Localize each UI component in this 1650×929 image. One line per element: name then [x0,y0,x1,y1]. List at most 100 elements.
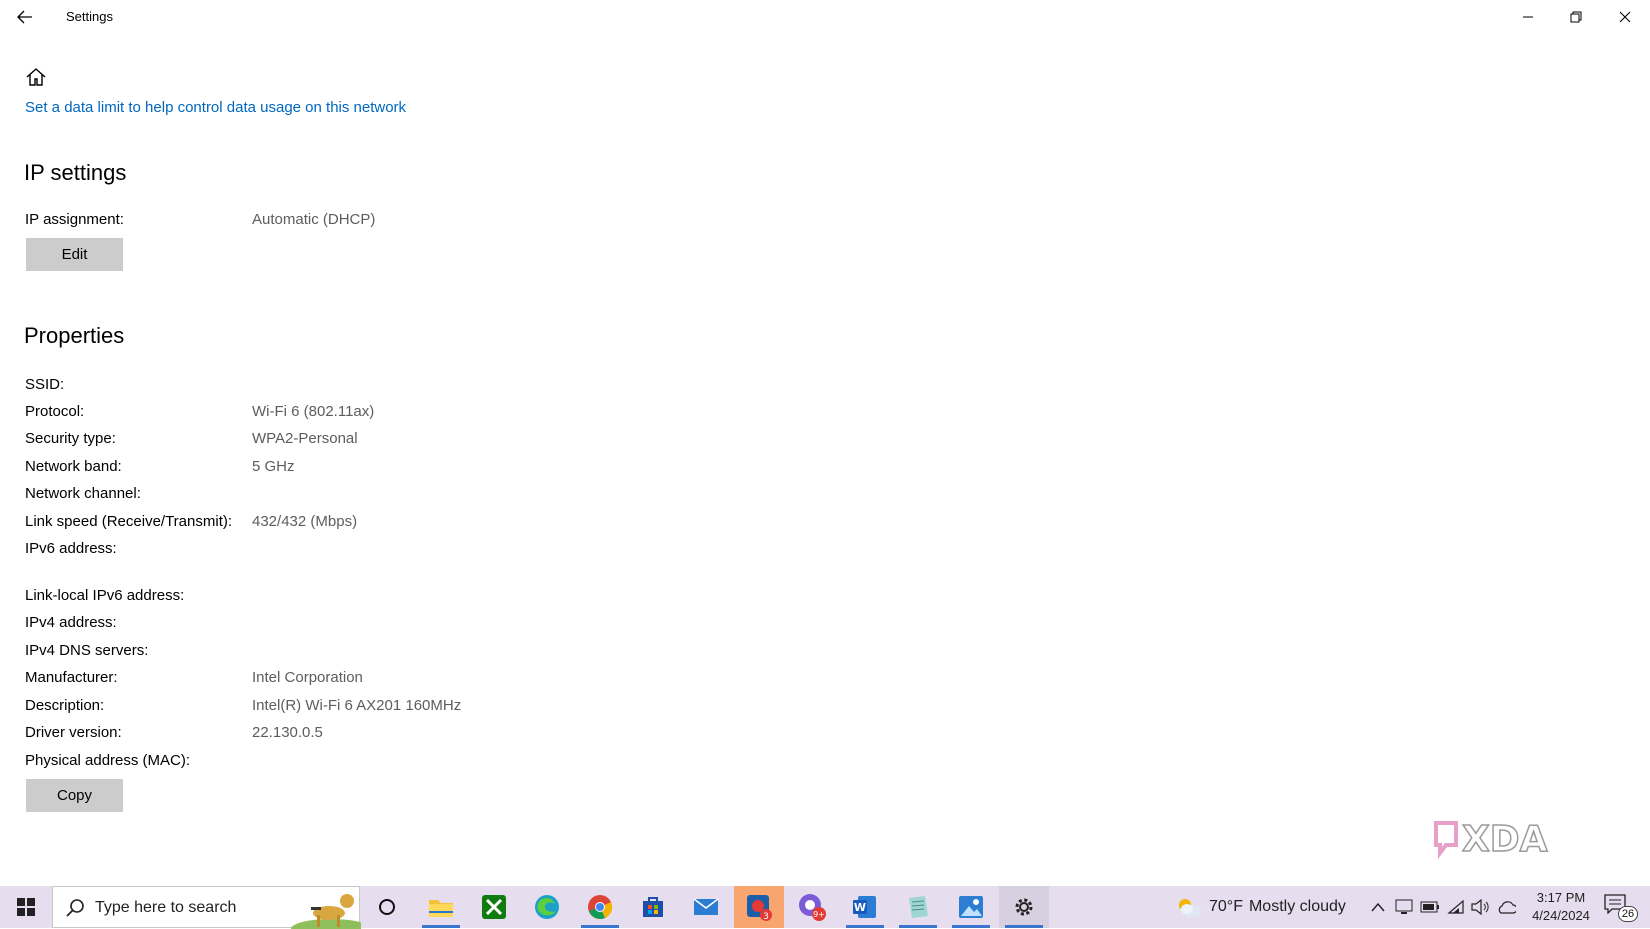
taskbar-chat-app[interactable]: 9+ [787,886,837,928]
property-value: 5 GHz [252,458,295,475]
weather-widget[interactable]: 70°F Mostly cloudy [1175,886,1346,928]
windows-logo-icon [17,898,35,916]
properties-heading: Properties [24,323,125,348]
property-label: Driver version: [25,724,122,741]
back-arrow-icon [17,10,32,24]
property-value: WPA2-Personal [252,430,358,447]
xda-watermark-logo: XDA [1432,817,1588,861]
search-highlight-dog-icon [291,894,361,929]
property-row: IPv4 DNS servers: [25,642,625,664]
notepad-icon [909,896,928,918]
store-icon [643,897,663,917]
clock-time: 3:17 PM [1536,890,1586,905]
property-label: Protocol: [25,403,85,420]
tray-meet-now[interactable] [1392,886,1416,928]
property-row: Network band: 5 GHz [25,458,625,480]
start-button[interactable] [0,886,52,928]
word-icon: W [853,896,876,918]
wifi-icon [1447,899,1464,914]
property-value: Wi-Fi 6 (802.11ax) [252,403,375,420]
copy-button[interactable]: Copy [26,779,123,812]
property-row: Link speed (Receive/Transmit): 432/432 (… [25,513,625,535]
property-row: Security type: WPA2-Personal [25,430,625,452]
property-label: IPv4 address: [25,614,117,631]
property-value: 432/432 (Mbps) [252,513,358,530]
taskbar-clock[interactable]: 3:17 PM 4/24/2024 [1522,889,1600,925]
cloudy-weather-icon [1179,899,1202,917]
edit-button[interactable]: Edit [26,238,123,271]
restore-icon [1570,11,1582,23]
notification-center-button[interactable]: 26 [1604,894,1638,922]
taskbar-word[interactable]: W [840,886,890,928]
mail-icon [693,898,719,915]
taskbar-notepad-app[interactable] [893,886,943,928]
taskbar-mail[interactable] [681,886,731,928]
speaker-icon [1471,899,1489,915]
svg-text:W: W [854,901,866,914]
news-app-icon: 3 [747,895,772,922]
clock-date: 4/24/2024 [1532,908,1590,923]
tray-volume[interactable] [1468,886,1492,928]
tray-battery[interactable] [1418,886,1442,928]
property-label: IPv4 DNS servers: [25,642,149,659]
property-label: Description: [25,697,105,714]
tray-onedrive[interactable] [1494,886,1518,928]
taskbar-settings[interactable] [999,886,1049,928]
battery-icon [1420,901,1439,913]
property-value: 22.130.0.5 [252,724,323,741]
chevron-up-icon [1371,902,1385,912]
edge-icon [535,895,559,919]
property-value: Intel(R) Wi-Fi 6 AX201 160MHz [252,697,462,714]
tray-wifi[interactable] [1444,886,1468,928]
xbox-icon [482,895,506,919]
notification-count-badge: 26 [1618,906,1638,922]
property-row: SSID: [25,376,625,398]
xda-watermark-text: XDA [1462,819,1548,859]
property-label: Security type: [25,430,116,447]
taskbar-chrome[interactable] [575,886,625,928]
property-row: IPv4 address: [25,614,625,636]
news-badge-count: 3 [763,912,769,922]
ip-assignment-label: IP assignment: [25,211,124,228]
folder-icon [429,900,453,917]
chat-app-icon: 9+ [799,894,826,921]
taskbar-microsoft-store[interactable] [628,886,678,928]
property-label: Link speed (Receive/Transmit): [25,513,233,530]
monitor-icon [1395,899,1413,914]
property-value: Intel Corporation [252,669,363,686]
restore-button[interactable] [1556,4,1596,30]
property-row: Link-local IPv6 address: [25,587,625,609]
property-row: Network channel: [25,485,625,507]
chrome-icon [588,895,613,919]
data-limit-link[interactable]: Set a data limit to help control data us… [25,99,406,116]
property-row: Protocol: Wi-Fi 6 (802.11ax) [25,403,625,425]
close-button[interactable] [1605,4,1645,30]
gear-icon [1015,898,1033,916]
property-label: Manufacturer: [25,669,118,686]
ip-assignment-value: Automatic (DHCP) [252,211,376,228]
title-bar: Settings [0,0,1650,34]
task-view-button[interactable] [362,886,412,928]
taskbar: Type here to search 3 9+ W 70°F Mostly c… [0,886,1650,929]
taskbar-file-explorer[interactable] [416,886,466,928]
home-icon[interactable] [25,66,49,90]
back-button[interactable] [10,5,40,29]
taskbar-xbox[interactable] [469,886,519,928]
close-icon [1619,11,1631,23]
show-hidden-icons-button[interactable] [1366,886,1390,928]
ip-settings-heading: IP settings [24,160,127,185]
property-label: Network channel: [25,485,141,502]
property-label: Network band: [25,458,122,475]
taskbar-search-box[interactable]: Type here to search [52,886,361,929]
taskbar-news-app[interactable]: 3 [734,886,784,928]
property-row: Physical address (MAC): [25,752,625,774]
chat-badge-count: 9+ [813,910,825,919]
taskbar-photos[interactable] [946,886,996,928]
window-title: Settings [66,9,113,24]
property-row: IPv6 address: [25,540,625,562]
taskbar-edge[interactable] [522,886,572,928]
property-row: Description: Intel(R) Wi-Fi 6 AX201 160M… [25,697,625,719]
minimize-button[interactable] [1508,4,1548,30]
search-icon [66,899,84,917]
property-label: IPv6 address: [25,540,117,557]
